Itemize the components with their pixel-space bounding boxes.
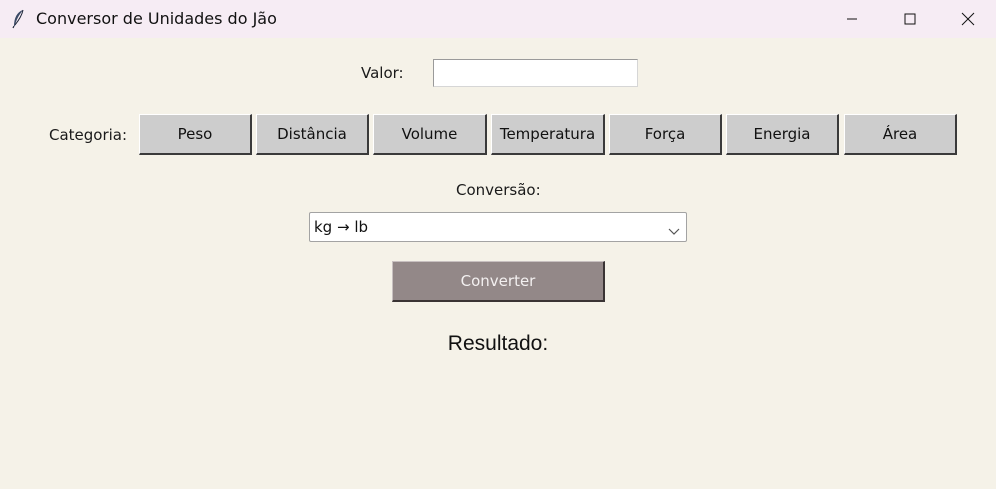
conversion-select[interactable]: kg → lb xyxy=(309,212,687,242)
result-label: Resultado: xyxy=(447,332,549,355)
chevron-down-icon xyxy=(668,222,680,241)
title-bar: Conversor de Unidades do Jão xyxy=(0,0,996,38)
conversion-selected-value: kg → lb xyxy=(314,218,369,236)
category-button-peso[interactable]: Peso xyxy=(139,114,252,155)
maximize-icon xyxy=(904,13,916,25)
conversao-label: Conversão: xyxy=(456,181,541,199)
categoria-label: Categoria: xyxy=(49,126,128,144)
category-button-temperatura[interactable]: Temperatura xyxy=(491,114,605,155)
maximize-button[interactable] xyxy=(881,0,939,38)
minimize-icon xyxy=(846,13,858,25)
valor-input[interactable] xyxy=(433,59,638,87)
close-icon xyxy=(961,12,975,26)
category-button-energia[interactable]: Energia xyxy=(726,114,839,155)
category-button-distancia[interactable]: Distância xyxy=(256,114,369,155)
minimize-button[interactable] xyxy=(823,0,881,38)
window-title: Conversor de Unidades do Jão xyxy=(36,9,277,28)
category-button-volume[interactable]: Volume xyxy=(373,114,487,155)
valor-label: Valor: xyxy=(361,64,404,82)
feather-icon xyxy=(11,9,25,29)
convert-button[interactable]: Converter xyxy=(392,261,605,302)
category-button-area[interactable]: Área xyxy=(844,114,957,155)
category-button-forca[interactable]: Força xyxy=(609,114,722,155)
close-button[interactable] xyxy=(939,0,996,38)
